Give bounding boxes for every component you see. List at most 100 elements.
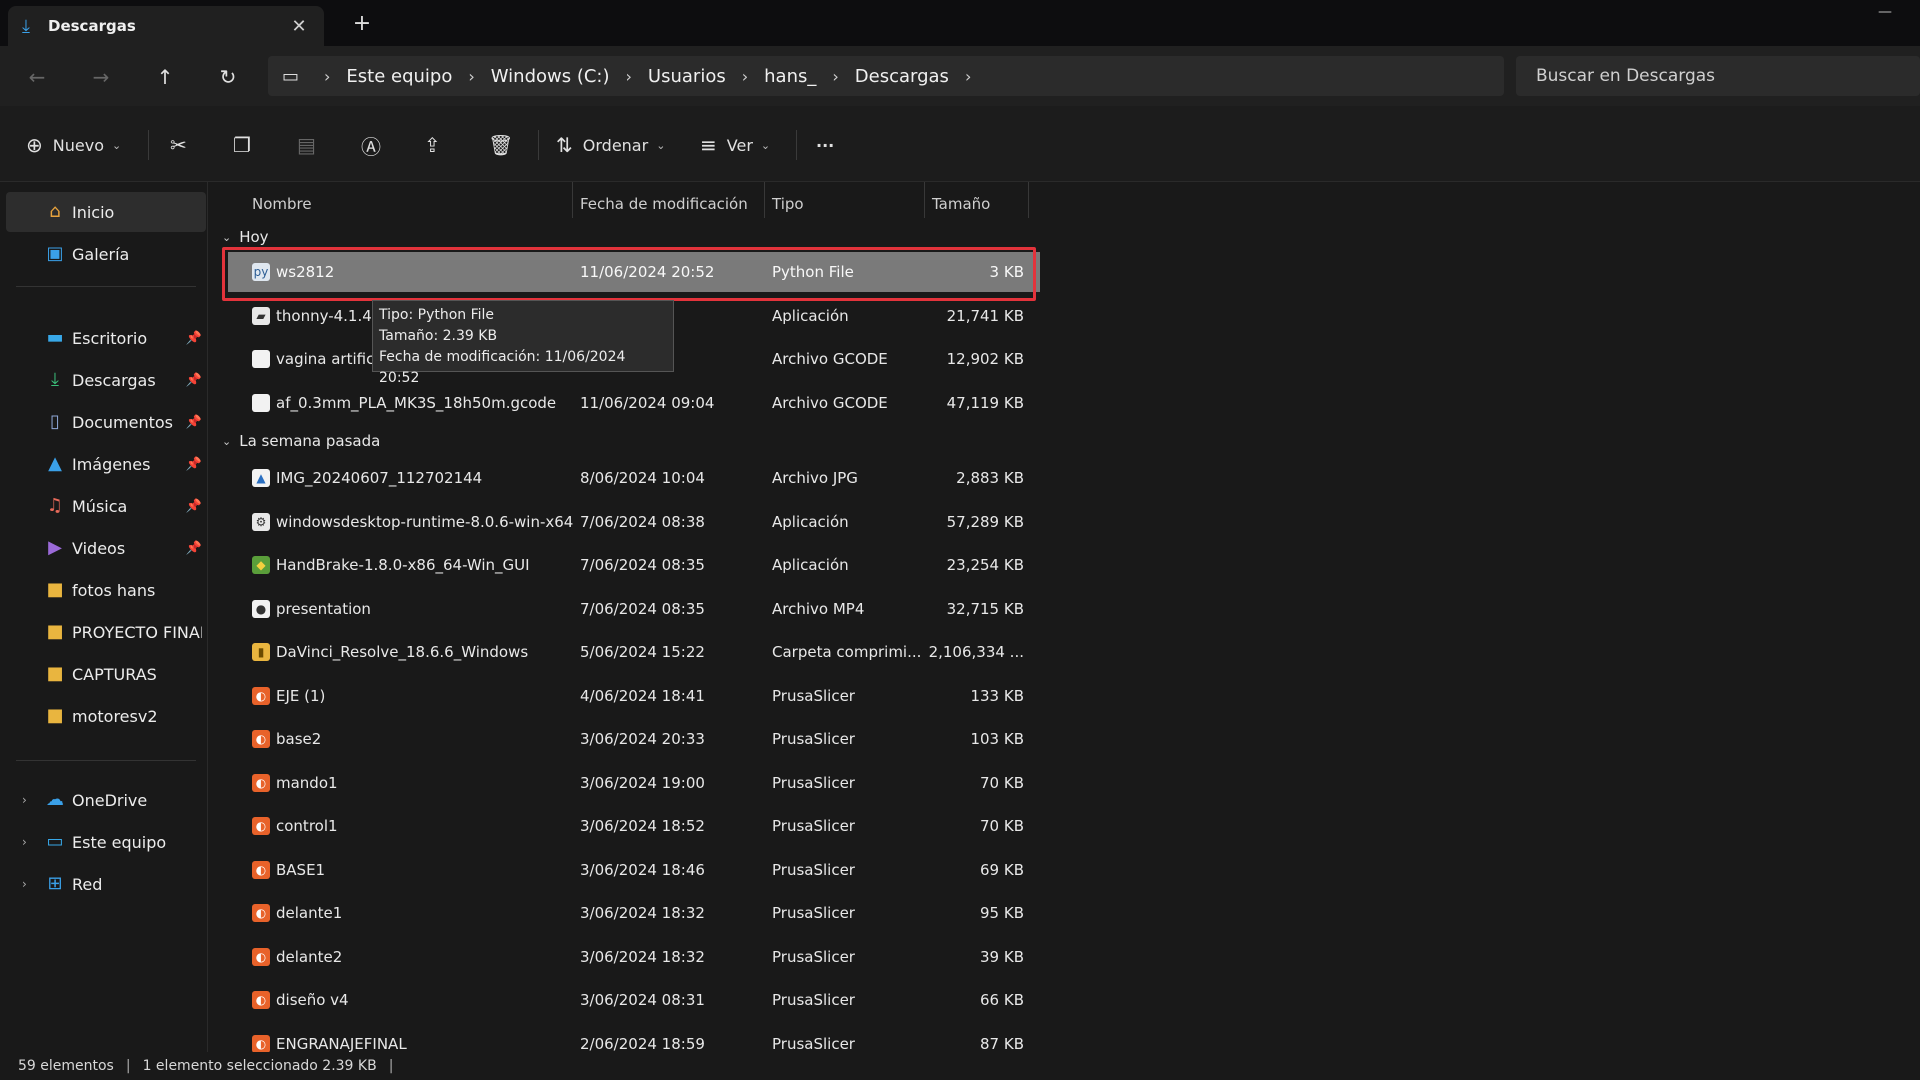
minimize-button[interactable]: — <box>1878 4 1892 20</box>
file-row[interactable]: ◐ BASE1 3/06/2024 18:46 PrusaSlicer 69 K… <box>228 850 1040 890</box>
file-row[interactable]: ◐ EJE (1) 4/06/2024 18:41 PrusaSlicer 13… <box>228 676 1040 716</box>
column-divider[interactable] <box>572 182 573 218</box>
delete-button[interactable]: 🗑 <box>488 130 523 160</box>
search-input[interactable] <box>1516 56 1920 96</box>
file-type: PrusaSlicer <box>772 991 855 1009</box>
more-options-button[interactable]: ··· <box>816 130 834 160</box>
sidebar-item-galeria[interactable]: ▣ Galería <box>6 234 206 274</box>
file-size: 70 KB <box>980 817 1024 835</box>
breadcrumb-hans[interactable]: hans_ <box>764 66 816 87</box>
prusaslicer-icon: ◐ <box>252 1035 270 1052</box>
column-header-name[interactable]: Nombre <box>252 186 312 222</box>
chevron-right-icon[interactable]: › <box>324 67 330 86</box>
file-row[interactable]: ◐ ENGRANAJEFINAL 2/06/2024 18:59 PrusaSl… <box>228 1024 1040 1052</box>
sidebar-item-videos[interactable]: ▶ Videos 📌 <box>6 528 206 568</box>
sort-button[interactable]: ⇅ Ordenar ⌄ <box>556 130 665 160</box>
sidebar-item-red[interactable]: › ⊞ Red <box>6 864 206 904</box>
scissors-icon: ✂ <box>170 133 187 157</box>
column-header-date[interactable]: Fecha de modificación <box>580 186 748 222</box>
column-header-type[interactable]: Tipo <box>772 186 804 222</box>
column-divider[interactable] <box>924 182 925 218</box>
chevron-right-icon[interactable]: › <box>22 877 27 891</box>
sidebar-item-musica[interactable]: ♫ Música 📌 <box>6 486 206 526</box>
file-date: 7/06/2024 08:38 <box>580 513 705 531</box>
new-button[interactable]: ⊕ Nuevo ⌄ <box>26 130 121 160</box>
view-label: Ver <box>726 135 753 155</box>
pin-icon[interactable]: 📌 <box>186 415 202 430</box>
pin-icon[interactable]: 📌 <box>186 541 202 556</box>
breadcrumb-windows-c[interactable]: Windows (C:) <box>491 66 610 87</box>
file-row[interactable]: ▲ IMG_20240607_112702144 8/06/2024 10:04… <box>228 458 1040 498</box>
pin-icon[interactable]: 📌 <box>186 499 202 514</box>
refresh-button[interactable]: ↻ <box>213 62 243 92</box>
paste-button[interactable]: ▤ <box>297 130 326 160</box>
installer-icon: ⚙ <box>252 513 270 531</box>
file-row[interactable]: ◐ mando1 3/06/2024 19:00 PrusaSlicer 70 … <box>228 763 1040 803</box>
chevron-right-icon[interactable]: › <box>626 67 632 86</box>
file-row[interactable]: ◐ delante2 3/06/2024 18:32 PrusaSlicer 3… <box>228 937 1040 977</box>
sidebar-item-onedrive[interactable]: › ☁ OneDrive <box>6 780 206 820</box>
file-name: base2 <box>276 730 322 748</box>
new-tab-button[interactable]: + <box>348 10 376 38</box>
share-button[interactable]: ⇪ <box>424 130 451 160</box>
copy-button[interactable]: ❐ <box>233 130 261 160</box>
file-row[interactable]: ◐ delante1 3/06/2024 18:32 PrusaSlicer 9… <box>228 893 1040 933</box>
file-row[interactable]: ◐ diseño v4 3/06/2024 08:31 PrusaSlicer … <box>228 980 1040 1020</box>
sidebar-item-imagenes[interactable]: ▲ Imágenes 📌 <box>6 444 206 484</box>
sidebar-item-label: Inicio <box>72 202 115 222</box>
tab-close-button[interactable]: ✕ <box>288 16 310 37</box>
group-header-today[interactable]: ⌄ Hoy <box>222 222 269 252</box>
sidebar-item-documentos[interactable]: ▯ Documentos 📌 <box>6 402 206 442</box>
address-bar[interactable]: ▭ › Este equipo › Windows (C:) › Usuario… <box>268 56 1504 96</box>
chevron-right-icon[interactable]: › <box>965 67 971 86</box>
cut-button[interactable]: ✂ <box>170 130 197 160</box>
file-row[interactable]: af_0.3mm_PLA_MK3S_18h50m.gcode 11/06/202… <box>228 383 1040 423</box>
back-button[interactable]: ← <box>22 62 52 92</box>
sidebar-item-motoresv2[interactable]: ■ motoresv2 <box>6 696 206 736</box>
chevron-right-icon[interactable]: › <box>22 793 27 807</box>
handbrake-icon: ◆ <box>252 556 270 574</box>
chevron-right-icon[interactable]: › <box>468 67 474 86</box>
rename-button[interactable]: Ⓐ <box>361 130 391 160</box>
view-button[interactable]: ≡ Ver ⌄ <box>700 130 770 160</box>
sidebar-item-label: Este equipo <box>72 832 167 852</box>
column-divider[interactable] <box>764 182 765 218</box>
file-row[interactable]: ◐ base2 3/06/2024 20:33 PrusaSlicer 103 … <box>228 719 1040 759</box>
sidebar-item-inicio[interactable]: ⌂ Inicio <box>6 192 206 232</box>
file-row[interactable]: ▮ DaVinci_Resolve_18.6.6_Windows 5/06/20… <box>228 632 1040 672</box>
forward-button[interactable]: → <box>86 62 116 92</box>
file-row[interactable]: ◐ control1 3/06/2024 18:52 PrusaSlicer 7… <box>228 806 1040 846</box>
chevron-right-icon[interactable]: › <box>742 67 748 86</box>
pin-icon[interactable]: 📌 <box>186 373 202 388</box>
navigation-pane: ⌂ Inicio ▣ Galería ▬ Escritorio 📌 ⤓ Desc… <box>0 182 208 1052</box>
sidebar-item-descargas[interactable]: ⤓ Descargas 📌 <box>6 360 206 400</box>
pin-icon[interactable]: 📌 <box>186 457 202 472</box>
chevron-right-icon[interactable]: › <box>832 67 838 86</box>
item-count: 59 elementos <box>18 1058 114 1074</box>
file-row[interactable]: ◆ HandBrake-1.8.0-x86_64-Win_GUI 7/06/20… <box>228 545 1040 585</box>
file-date: 3/06/2024 20:33 <box>580 730 705 748</box>
tab-descargas[interactable]: ⤓ Descargas ✕ <box>8 6 324 46</box>
file-row[interactable]: ⚙ windowsdesktop-runtime-8.0.6-win-x64 (… <box>228 502 1040 542</box>
breadcrumb-este-equipo[interactable]: Este equipo <box>346 66 452 87</box>
breadcrumb-usuarios[interactable]: Usuarios <box>648 66 726 87</box>
file-type: Carpeta comprimi... <box>772 643 922 661</box>
file-row[interactable]: ● presentation 7/06/2024 08:35 Archivo M… <box>228 589 1040 629</box>
prusaslicer-icon: ◐ <box>252 730 270 748</box>
sidebar-item-escritorio[interactable]: ▬ Escritorio 📌 <box>6 318 206 358</box>
sidebar-item-label: Documentos <box>72 412 174 432</box>
file-type: Aplicación <box>772 556 849 574</box>
pin-icon[interactable]: 📌 <box>186 331 202 346</box>
column-divider[interactable] <box>1028 182 1029 218</box>
group-header-last-week[interactable]: ⌄ La semana pasada <box>222 426 380 456</box>
up-button[interactable]: ↑ <box>150 62 180 92</box>
sidebar-item-capturas[interactable]: ■ CAPTURAS <box>6 654 206 694</box>
file-row[interactable]: py ws2812 11/06/2024 20:52 Python File 3… <box>228 252 1040 292</box>
sidebar-item-este-equipo[interactable]: › ▭ Este equipo <box>6 822 206 862</box>
column-header-size[interactable]: Tamaño <box>932 186 990 222</box>
breadcrumb-descargas[interactable]: Descargas <box>855 66 949 87</box>
file-type: PrusaSlicer <box>772 817 855 835</box>
chevron-right-icon[interactable]: › <box>22 835 27 849</box>
sidebar-item-fotos-hans[interactable]: ■ fotos hans <box>6 570 206 610</box>
sidebar-item-proyecto-final[interactable]: ■ PROYECTO FINAL F <box>6 612 206 652</box>
